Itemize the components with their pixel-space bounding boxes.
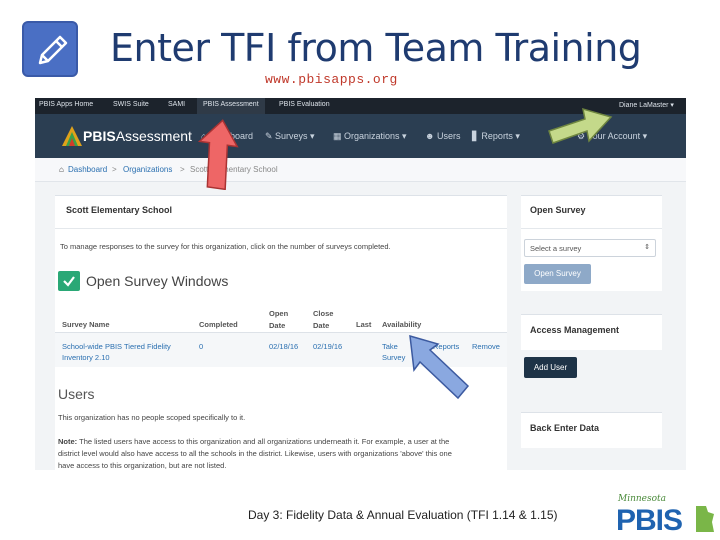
survey-name-link[interactable]: School-wide PBIS Tiered Fidelity	[62, 342, 171, 351]
open-survey-title: Open Survey	[530, 205, 586, 215]
pencil-icon	[22, 21, 78, 77]
breadcrumb-organizations[interactable]: Organizations	[123, 165, 172, 174]
breadcrumb-dashboard[interactable]: Dashboard	[68, 165, 107, 174]
col-close-date: Close Date	[313, 309, 334, 330]
breadcrumb: ⌂ Dashboard > Organizations > Scott Elem…	[35, 158, 686, 182]
back-enter-data-title: Back Enter Data	[530, 423, 600, 433]
app-screenshot: PBIS Apps Home SWIS Suite SAMI PBIS Asse…	[35, 98, 686, 470]
completed-count[interactable]: 0	[199, 342, 203, 351]
topbar-item-pbis-assessment[interactable]: PBIS Assessment	[197, 98, 265, 114]
chevron-updown-icon: ⇕	[644, 244, 650, 251]
minnesota-pbis-logo: Minnesota PBIS	[612, 494, 718, 540]
col-survey-name: Survey Name	[62, 320, 110, 329]
close-date: 02/19/16	[313, 342, 343, 351]
bar-chart-icon: ▋	[472, 131, 482, 141]
minnesota-state-icon	[696, 506, 714, 532]
user-menu[interactable]: Diane LaMaster ▾	[619, 101, 674, 109]
building-icon: ▦	[333, 131, 345, 141]
nav-reports[interactable]: ▋ Reports ▾	[472, 131, 520, 142]
access-management-panel: Access Management	[521, 314, 662, 350]
nav-surveys[interactable]: ✎ Surveys ▾	[265, 131, 315, 142]
breadcrumb-separator: >	[112, 165, 117, 174]
survey-name-link-line2[interactable]: Inventory 2.10	[62, 353, 110, 362]
open-survey-panel: Open Survey Select a survey ⇕ Open Surve…	[521, 195, 662, 291]
clipboard-icon: ✎	[265, 131, 276, 141]
slide-title: Enter TFI from Team Training	[110, 26, 642, 70]
slide-footer: Day 3: Fidelity Data & Annual Evaluation…	[248, 508, 558, 522]
topbar-item-swis-suite[interactable]: SWIS Suite	[113, 101, 149, 108]
col-open-date: Open Date	[269, 309, 289, 330]
access-management-title: Access Management	[530, 325, 620, 335]
pbis-logo-icon	[62, 126, 82, 146]
topbar-item-sami[interactable]: SAMI	[168, 101, 185, 108]
nav-organizations[interactable]: ▦ Organizations ▾	[333, 131, 407, 142]
col-completed: Completed	[199, 320, 238, 329]
remove-link[interactable]: Remove	[472, 342, 500, 351]
note-line-1: Note: The listed users have access to th…	[58, 437, 450, 446]
take-survey-link-line2[interactable]: Survey	[382, 353, 405, 362]
add-user-button[interactable]: Add User	[524, 357, 577, 378]
home-icon: ⌂	[59, 165, 64, 174]
back-enter-data-panel: Back Enter Data	[521, 412, 662, 448]
green-arrow-icon	[548, 107, 613, 144]
users-title: Users	[58, 386, 95, 402]
topbar-item-pbis-evaluation[interactable]: PBIS Evaluation	[279, 101, 330, 108]
brand-name[interactable]: PBISAssessment	[83, 128, 192, 144]
blue-arrow-icon	[409, 334, 470, 400]
nav-users[interactable]: ☻ Users	[425, 131, 461, 141]
school-name: Scott Elementary School	[66, 205, 173, 215]
instructions-text: To manage responses to the survey for th…	[60, 242, 391, 251]
check-icon	[58, 271, 80, 291]
col-availability: Availability	[382, 320, 422, 329]
topbar-item-pbis-apps-home[interactable]: PBIS Apps Home	[39, 101, 93, 108]
note-line-2: district level would also have access to…	[58, 449, 452, 458]
open-survey-windows-title: Open Survey Windows	[86, 273, 229, 289]
take-survey-link[interactable]: Take	[382, 342, 398, 351]
breadcrumb-separator: >	[180, 165, 185, 174]
open-survey-button[interactable]: Open Survey	[524, 264, 591, 284]
col-last: Last	[356, 320, 372, 329]
users-icon: ☻	[425, 131, 437, 141]
note-line-3: have access to this organization, but ar…	[58, 461, 227, 470]
survey-select[interactable]: Select a survey ⇕	[524, 239, 656, 257]
users-text: This organization has no people scoped s…	[58, 413, 246, 422]
red-arrow-icon	[197, 119, 239, 190]
slide-url[interactable]: www.pbisapps.org	[265, 72, 398, 87]
open-date: 02/18/16	[269, 342, 299, 351]
